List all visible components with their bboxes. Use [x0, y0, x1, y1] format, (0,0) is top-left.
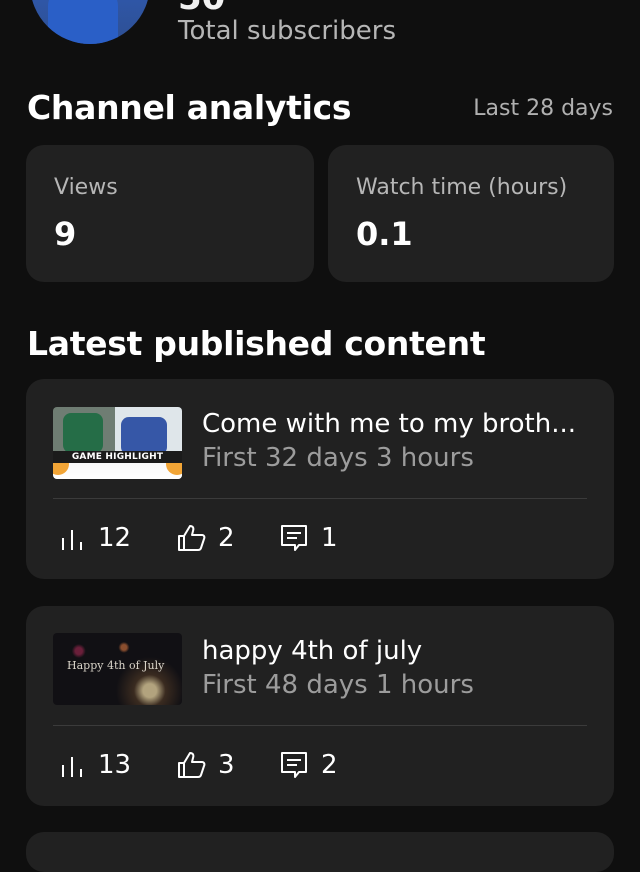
latest-content-title: Latest published content: [27, 324, 486, 363]
video-title[interactable]: Come with me to my broth...: [202, 409, 576, 439]
comments-count: 2: [321, 750, 338, 780]
likes-count: 3: [218, 750, 235, 780]
views-metric: 12: [58, 523, 131, 553]
bar-chart-icon: [62, 757, 82, 777]
analytics-range: Last 28 days: [473, 96, 613, 121]
views-count: 13: [98, 750, 132, 780]
comments-count: 1: [321, 523, 338, 553]
views-metric: 13: [58, 750, 131, 780]
views-card[interactable]: Views 9: [26, 145, 314, 282]
video-period: First 32 days 3 hours: [202, 443, 474, 473]
content-item[interactable]: Happy 4th of July happy 4th of july Firs…: [26, 606, 614, 806]
thumbnail-players-right: [121, 417, 167, 455]
content-item[interactable]: GAME HIGHLIGHT Come with me to my broth.…: [26, 379, 614, 579]
comment-icon: [281, 752, 307, 778]
comments-metric: 2: [279, 750, 338, 780]
thumbnail-text: Happy 4th of July: [67, 659, 165, 672]
thumbnail-players-left: [63, 413, 103, 453]
divider: [53, 725, 587, 726]
views-count: 12: [98, 523, 132, 553]
thumbnail-text: GAME HIGHLIGHT: [53, 451, 182, 463]
views-value: 9: [54, 215, 77, 253]
comment-icon: [281, 525, 307, 551]
analytics-title: Channel analytics: [27, 88, 352, 127]
divider: [53, 498, 587, 499]
likes-metric: 3: [176, 750, 235, 780]
video-period: First 48 days 1 hours: [202, 670, 474, 700]
avatar-figure: [48, 0, 118, 44]
thumbs-up-icon: [178, 525, 206, 551]
video-thumbnail[interactable]: Happy 4th of July: [53, 633, 182, 705]
watch-time-label: Watch time (hours): [356, 175, 568, 200]
watch-time-card[interactable]: Watch time (hours) 0.1: [328, 145, 614, 282]
bar-chart-icon: [62, 530, 82, 550]
video-title[interactable]: happy 4th of july: [202, 636, 422, 666]
likes-metric: 2: [176, 523, 235, 553]
likes-count: 2: [218, 523, 235, 553]
views-label: Views: [54, 175, 118, 200]
thumbs-up-icon: [178, 752, 206, 778]
channel-avatar[interactable]: [30, 0, 150, 44]
watch-time-value: 0.1: [356, 215, 413, 253]
comments-metric: 1: [279, 523, 338, 553]
video-thumbnail[interactable]: GAME HIGHLIGHT: [53, 407, 182, 479]
content-item[interactable]: [26, 832, 614, 872]
subscriber-label: Total subscribers: [178, 16, 397, 46]
